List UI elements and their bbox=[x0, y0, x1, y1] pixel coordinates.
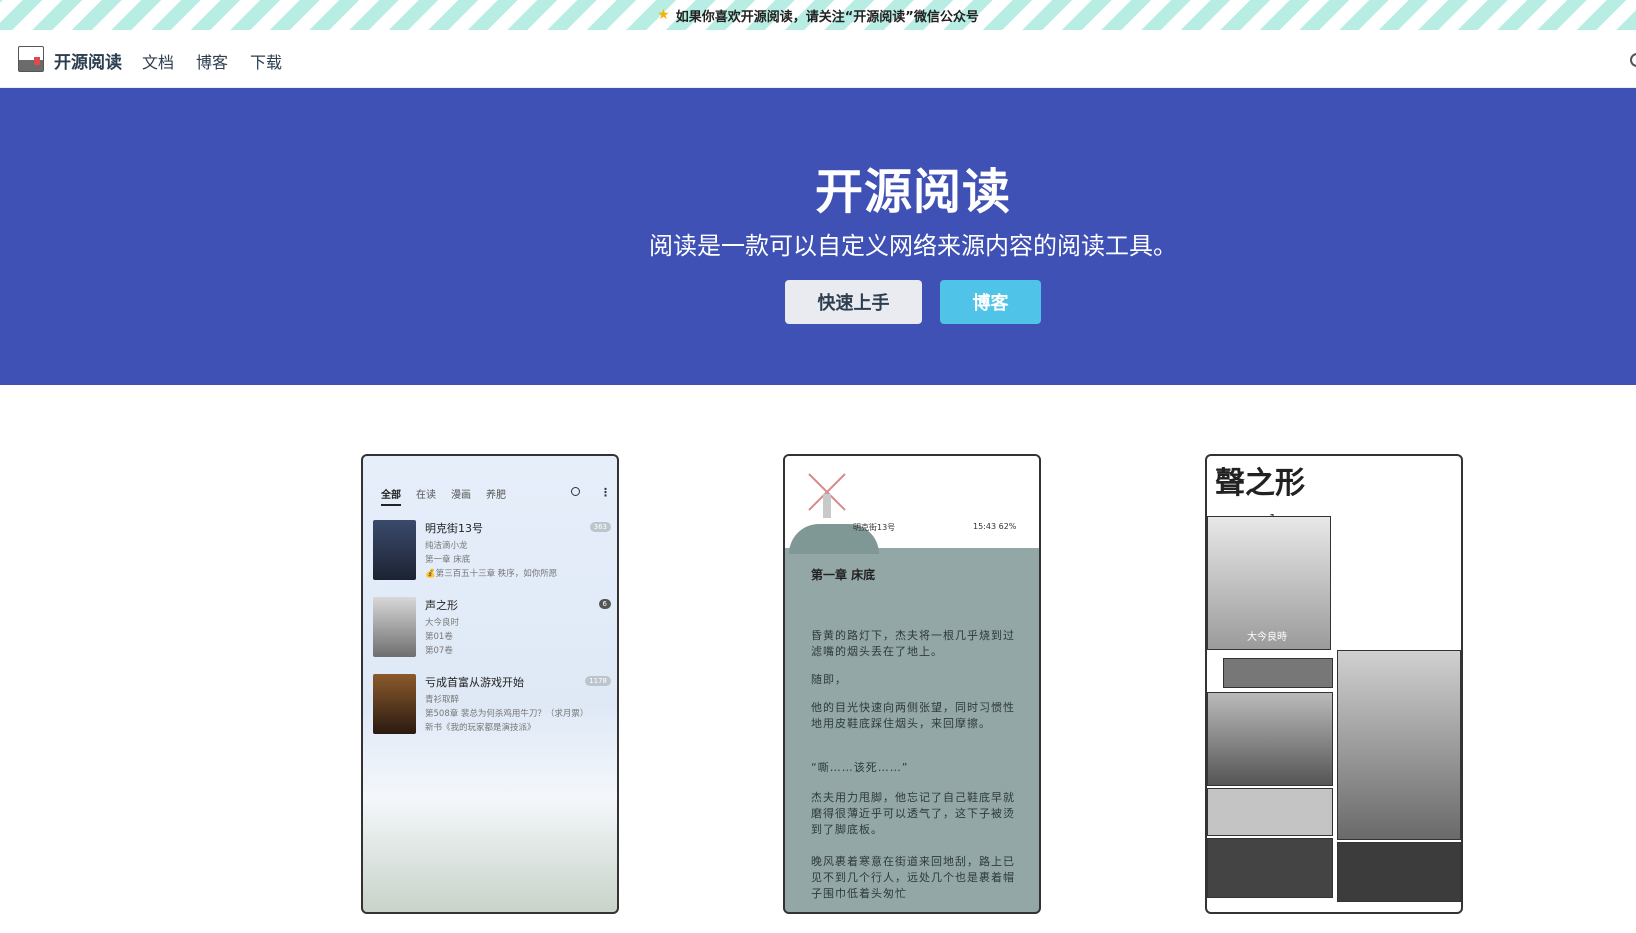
nav-link-download[interactable]: 下载 bbox=[250, 49, 282, 73]
hero-section: 开源阅读 阅读是一款可以自定义网络来源内容的阅读工具。 快速上手 博客 bbox=[0, 88, 1636, 385]
announcement-banner: ★ 如果你喜欢开源阅读，请关注“开源阅读”微信公众号 bbox=[0, 0, 1636, 31]
book-name-status: 明克街13号 bbox=[853, 523, 896, 532]
book-author: 纯洁滴小龙 bbox=[425, 541, 468, 551]
unread-badge: 363 bbox=[589, 522, 611, 532]
banner-text: 如果你喜欢开源阅读，请关注“开源阅读”微信公众号 bbox=[675, 9, 979, 25]
more-menu-icon: ⋮ bbox=[600, 486, 611, 499]
book-current-chapter: 第一章 床底 bbox=[425, 555, 471, 565]
reader-screenshot: 明克街13号 15:43 62% 第一章 床底 昏黄的路灯下，杰夫将一根几乎烧到… bbox=[783, 454, 1041, 914]
paragraph: “嘶……该死……” bbox=[811, 761, 909, 774]
book-cover bbox=[373, 674, 416, 734]
tab-fatten: 养肥 bbox=[486, 490, 506, 501]
book-title: 声之形 bbox=[425, 599, 458, 612]
book-latest-chapter: 新书《我的玩家都是演技派》 bbox=[425, 723, 536, 733]
nav-link-blog[interactable]: 博客 bbox=[196, 49, 228, 73]
book-current-chapter: 第508章 裴总为何杀鸡用牛刀？（求月票） bbox=[425, 709, 589, 719]
star-icon: ★ bbox=[657, 7, 670, 23]
book-latest-chapter: 💰第三百五十三章 秩序，如你所愿 bbox=[425, 569, 558, 579]
unread-badge: 1178 bbox=[585, 676, 611, 686]
book-latest-chapter: 第07卷 bbox=[425, 646, 453, 656]
manga-panel bbox=[1223, 658, 1333, 688]
book-item: 亏成首富从游戏开始 1178 青衫取醉 第508章 裴总为何杀鸡用牛刀？（求月票… bbox=[373, 674, 613, 736]
tab-all: 全部 bbox=[381, 486, 401, 506]
book-author: 青衫取醉 bbox=[425, 695, 460, 705]
book-cover bbox=[373, 597, 416, 657]
book-item: 明克街13号 363 纯洁滴小龙 第一章 床底 💰第三百五十三章 秩序，如你所愿 bbox=[373, 520, 613, 582]
paragraph: 昏黄的路灯下，杰夫将一根几乎烧到过滤嘴的烟头丢在了地上。 bbox=[811, 629, 1015, 658]
manga-panel bbox=[1207, 838, 1333, 898]
hero-title: 开源阅读 bbox=[814, 164, 1011, 220]
blog-button[interactable]: 博客 bbox=[940, 280, 1041, 324]
search-icon[interactable] bbox=[1630, 53, 1636, 67]
paragraph: 他的目光快速向两侧张望，同时习惯性地用皮鞋底踩住烟头，来回摩擦。 bbox=[811, 701, 1015, 730]
manga-panel bbox=[1337, 842, 1461, 902]
manga-panel bbox=[1207, 788, 1333, 836]
book-title: 亏成首富从游戏开始 bbox=[425, 676, 524, 689]
book-item: 声之形 6 大今良时 第01卷 第07卷 bbox=[373, 597, 613, 659]
paragraph: 杰夫用力甩脚，他忘记了自己鞋底早就磨得很薄近乎可以透气了，这下子被烫到了脚底板。 bbox=[811, 791, 1015, 836]
tab-reading: 在读 bbox=[416, 490, 436, 501]
chapter-title: 第一章 床底 bbox=[811, 568, 876, 582]
tab-comic: 漫画 bbox=[451, 490, 471, 501]
site-name[interactable]: 开源阅读 bbox=[54, 48, 122, 73]
search-icon bbox=[571, 487, 580, 496]
manga-title: 聲之形 bbox=[1215, 466, 1305, 501]
unread-badge: 6 bbox=[598, 599, 611, 609]
top-navbar: 开源阅读 文档 博客 下载 bbox=[0, 30, 1636, 88]
book-author: 大今良时 bbox=[425, 618, 460, 628]
get-started-button[interactable]: 快速上手 bbox=[785, 280, 922, 324]
bookshelf-tabs: 全部 在读 漫画 养肥 bbox=[381, 486, 506, 506]
nav-link-docs[interactable]: 文档 bbox=[142, 49, 174, 73]
paragraph: 随即， bbox=[811, 673, 847, 686]
bookshelf-screenshot: 全部 在读 漫画 养肥 ⋮ 明克街13号 363 纯洁滴小龙 第一章 床底 💰第… bbox=[361, 454, 619, 914]
paragraph: 晚风裹着寒意在街道来回地刮，路上已见不到几个行人，远处几个也是裹着帽子围巾低着头… bbox=[811, 855, 1015, 900]
manga-panel bbox=[1207, 692, 1333, 786]
book-cover bbox=[373, 520, 416, 580]
book-current-chapter: 第01卷 bbox=[425, 632, 453, 642]
manga-panel bbox=[1337, 650, 1461, 840]
hero-subtitle: 阅读是一款可以自定义网络来源内容的阅读工具。 bbox=[649, 232, 1177, 260]
windmill-icon bbox=[808, 473, 846, 518]
manga-author: 大今良時 bbox=[1247, 632, 1287, 643]
site-logo-icon[interactable] bbox=[18, 46, 44, 72]
book-title: 明克街13号 bbox=[425, 522, 483, 535]
manga-screenshot: 聲之形 1 大今良時 bbox=[1205, 454, 1463, 914]
time-battery-status: 15:43 62% bbox=[973, 522, 1017, 531]
